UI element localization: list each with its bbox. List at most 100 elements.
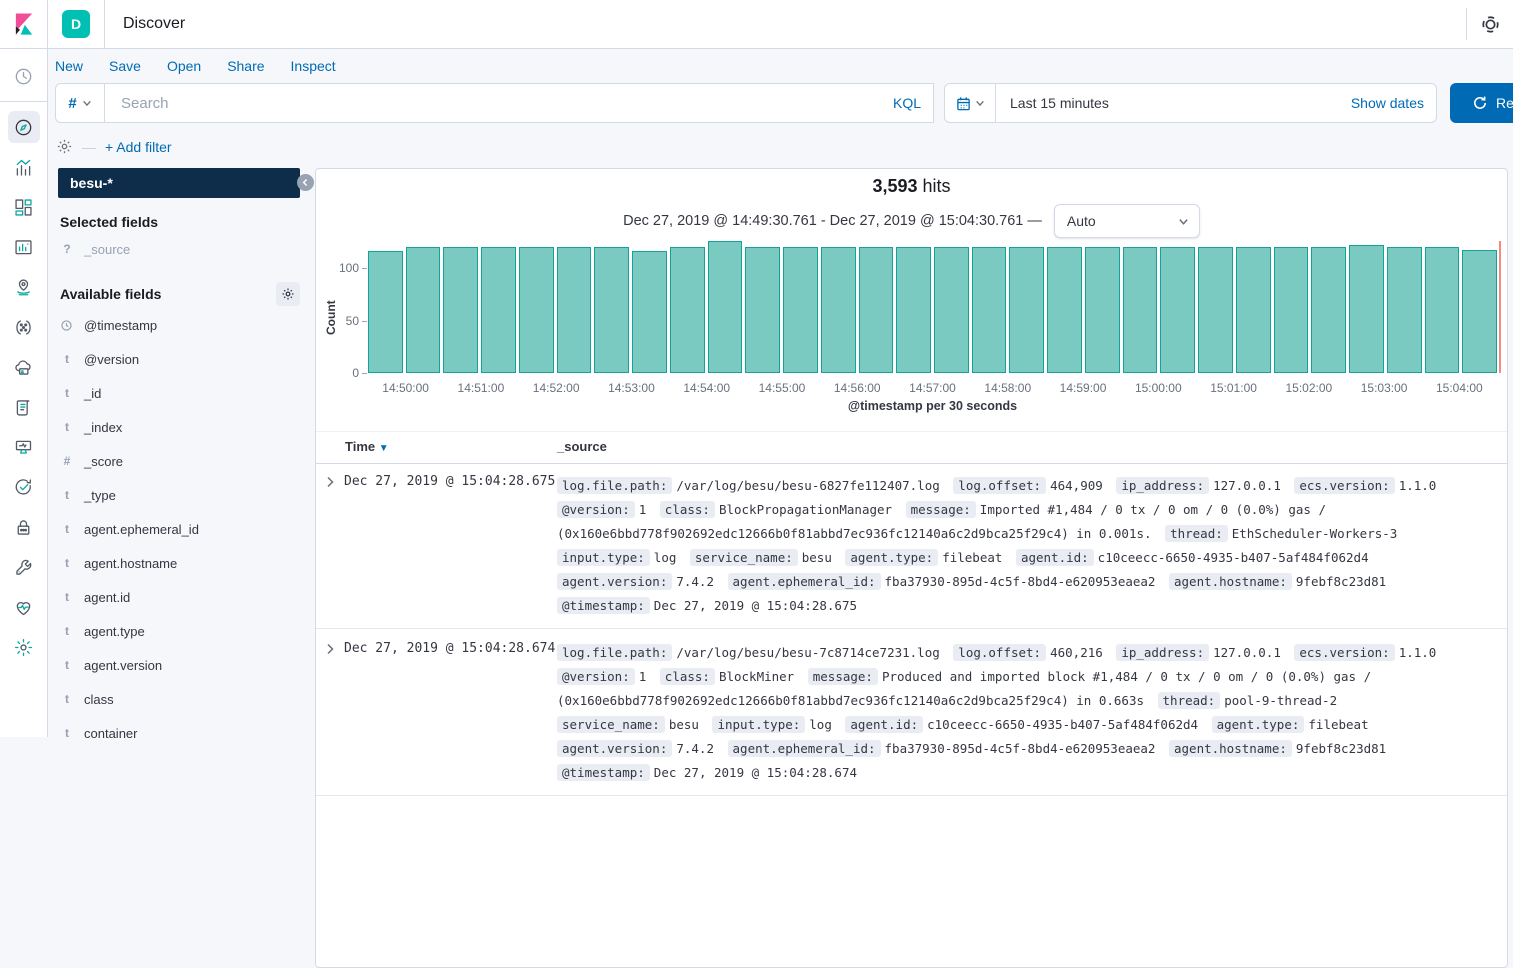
kibana-logo[interactable] [0, 0, 47, 48]
histogram-bar-14:57:30[interactable] [972, 247, 1007, 373]
time-range-field[interactable]: Last 15 minutes Show dates [996, 83, 1437, 123]
field-item-@timestamp[interactable]: @timestamp [58, 308, 300, 342]
histogram-bar-14:58:00[interactable] [1009, 247, 1044, 373]
rail-item-recently-viewed[interactable] [8, 60, 40, 92]
add-filter-link[interactable]: + Add filter [105, 139, 172, 155]
refresh-icon [1472, 95, 1488, 111]
interval-select[interactable]: Auto [1054, 204, 1200, 238]
rail-item-stack-monitoring[interactable] [8, 591, 40, 623]
show-dates-link[interactable]: Show dates [1351, 95, 1424, 111]
histogram-bar-14:52:00[interactable] [557, 247, 592, 373]
field-name-chip: message: [906, 501, 976, 518]
expand-row-button[interactable] [324, 643, 336, 655]
field-item-container[interactable]: tcontainer [58, 716, 300, 750]
field-item-_type[interactable]: t_type [58, 478, 300, 512]
field-name-chip: class: [660, 501, 715, 518]
histogram-bar-14:52:30[interactable] [594, 247, 629, 373]
date-picker-button[interactable] [944, 83, 996, 123]
time-column-header[interactable]: Time ▼ [345, 439, 389, 454]
histogram-bar-14:59:00[interactable] [1085, 247, 1120, 373]
refresh-button[interactable]: Refresh [1450, 83, 1513, 123]
histogram-bar-14:50:30[interactable] [443, 247, 478, 373]
rail-item-apm[interactable] [8, 431, 40, 463]
rail-item-siem[interactable] [8, 511, 40, 543]
histogram-bar-14:54:30[interactable] [745, 247, 780, 373]
collapse-sidebar-button[interactable] [297, 174, 314, 191]
nav-link-share[interactable]: Share [227, 58, 264, 74]
field-item-agent.id[interactable]: tagent.id [58, 580, 300, 614]
rail-item-dashboard[interactable] [8, 191, 40, 223]
field-name-chip: input.type: [712, 716, 805, 733]
histogram-bar-15:01:30[interactable] [1274, 247, 1309, 373]
field-item-class[interactable]: tclass [58, 682, 300, 716]
histogram-bar-15:00:00[interactable] [1160, 247, 1195, 373]
field-item-agent.type[interactable]: tagent.type [58, 614, 300, 648]
field-item-_id[interactable]: t_id [58, 376, 300, 410]
rail-item-management[interactable] [8, 631, 40, 663]
filter-type-symbol: # [68, 95, 76, 112]
rail-item-maps[interactable] [8, 271, 40, 303]
rail-item-visualize[interactable] [8, 151, 40, 183]
help-button[interactable] [1467, 0, 1513, 48]
filter-settings-button[interactable] [56, 138, 73, 155]
histogram-bar-15:03:00[interactable] [1387, 247, 1422, 373]
index-pattern-selector[interactable]: besu-* [58, 168, 300, 198]
histogram-bar-14:58:30[interactable] [1047, 247, 1082, 373]
app-badge[interactable]: D [62, 10, 90, 38]
field-name-chip: ip_address: [1116, 644, 1209, 661]
rail-item-dev-tools[interactable] [8, 551, 40, 583]
source-field-ip_address: ip_address:127.0.0.1 [1116, 478, 1281, 493]
histogram-bar-15:02:30[interactable] [1349, 245, 1384, 373]
histogram-bar-14:55:00[interactable] [783, 247, 818, 373]
source-field-service_name: service_name:besu [690, 550, 832, 565]
field-item-@version[interactable]: t@version [58, 342, 300, 376]
field-item-agent.ephemeral_id[interactable]: tagent.ephemeral_id [58, 512, 300, 546]
kql-toggle[interactable]: KQL [893, 95, 921, 111]
rail-item-metrics[interactable] [8, 351, 40, 383]
rail-item-discover[interactable] [8, 111, 40, 143]
histogram-bar-14:55:30[interactable] [821, 247, 856, 373]
chevron-down-icon [82, 98, 92, 108]
histogram-bar-14:49:30[interactable] [368, 251, 403, 373]
gear-icon [281, 287, 295, 301]
histogram-bar-15:04:00[interactable] [1462, 250, 1497, 373]
field-name-chip: @version: [557, 668, 635, 685]
nav-link-open[interactable]: Open [167, 58, 201, 74]
source-column-header: _source [557, 439, 607, 454]
field-item-_source[interactable]: ?_source [58, 234, 300, 264]
histogram-bar-14:57:00[interactable] [934, 247, 969, 373]
histogram-bar-14:54:00[interactable] [708, 241, 743, 373]
field-settings-button[interactable] [276, 282, 300, 306]
histogram-bar-14:56:00[interactable] [859, 247, 894, 373]
nav-link-save[interactable]: Save [109, 58, 141, 74]
histogram-bar-14:59:30[interactable] [1123, 247, 1158, 373]
histogram-bar-14:56:30[interactable] [896, 247, 931, 373]
histogram-bar-15:02:00[interactable] [1311, 247, 1346, 373]
histogram-bar-14:51:30[interactable] [519, 247, 554, 373]
histogram-bar-15:00:30[interactable] [1198, 247, 1233, 373]
histogram-bar-15:01:00[interactable] [1236, 247, 1271, 373]
expand-row-button[interactable] [324, 476, 336, 488]
histogram-bar-15:03:30[interactable] [1425, 247, 1460, 373]
search-input[interactable]: Search KQL [105, 83, 934, 123]
field-item-agent.version[interactable]: tagent.version [58, 648, 300, 682]
rail-item-logs[interactable] [8, 391, 40, 423]
field-item-agent.hostname[interactable]: tagent.hostname [58, 546, 300, 580]
rail-item-machine-learning[interactable] [8, 311, 40, 343]
histogram-bar-14:53:00[interactable] [632, 251, 667, 373]
histogram-bar-14:51:00[interactable] [481, 247, 516, 373]
rail-item-uptime[interactable] [8, 471, 40, 503]
field-value: Dec 27, 2019 @ 15:04:28.675 [654, 598, 857, 613]
nav-link-inspect[interactable]: Inspect [291, 58, 336, 74]
field-item-_score[interactable]: #_score [58, 444, 300, 478]
nav-link-new[interactable]: New [55, 58, 83, 74]
histogram-bar-14:50:00[interactable] [406, 247, 441, 373]
filter-type-dropdown[interactable]: # [55, 83, 105, 123]
field-item-_index[interactable]: t_index [58, 410, 300, 444]
field-type-icon: t [60, 522, 74, 536]
field-name-chip: message: [808, 668, 878, 685]
apm-icon [13, 437, 34, 458]
source-field-log.offset: log.offset:460,216 [953, 645, 1102, 660]
histogram-bar-14:53:30[interactable] [670, 247, 705, 373]
rail-item-canvas[interactable] [8, 231, 40, 263]
